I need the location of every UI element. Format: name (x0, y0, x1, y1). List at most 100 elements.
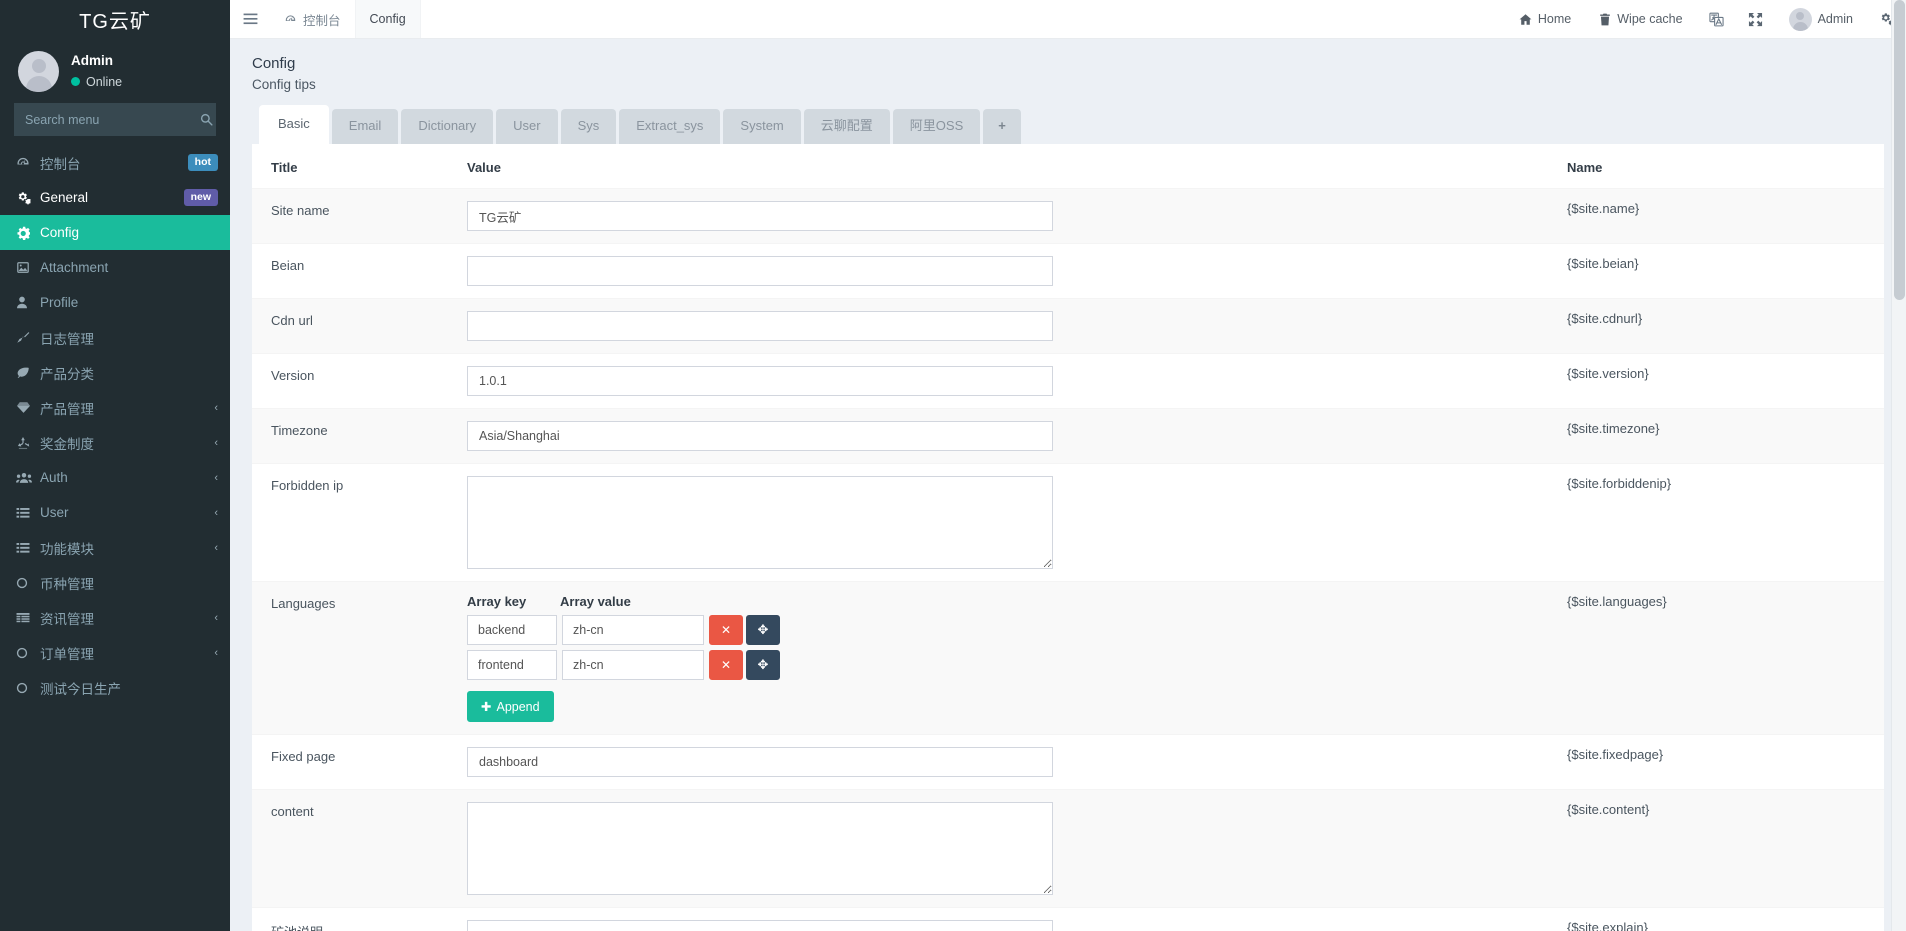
list-icon (16, 507, 38, 519)
trash-icon (1599, 13, 1611, 26)
content-textarea[interactable] (467, 802, 1053, 896)
tab-user[interactable]: User (496, 109, 558, 145)
sidebar-item-label: General (40, 190, 89, 205)
tab-email[interactable]: Email (331, 109, 399, 145)
users-icon (16, 472, 38, 484)
search-button[interactable] (196, 113, 225, 126)
sidebar-item-modules[interactable]: 功能模块 ‹ (0, 530, 230, 565)
tab-add-button[interactable]: + (983, 109, 1021, 145)
search-input[interactable] (15, 112, 196, 127)
sidebar-item-auth[interactable]: Auth ‹ (0, 460, 230, 495)
array-move-handle[interactable]: ✥ (746, 615, 780, 646)
header-tab-dashboard[interactable]: 控制台 (270, 0, 356, 38)
user-icon (16, 296, 38, 309)
row-title: Cdn url (252, 298, 457, 354)
sidebar-item-test-today-production[interactable]: 测试今日生产 (0, 670, 230, 705)
sidebar-item-product-category[interactable]: 产品分类 (0, 355, 230, 390)
content-header: Config Config tips (230, 39, 1906, 106)
image-icon (16, 261, 38, 274)
array-append-button[interactable]: ✚ Append (467, 691, 554, 723)
fixed-page-input[interactable] (467, 747, 1053, 778)
tab-system[interactable]: System (723, 109, 801, 145)
sidebar-item-order-manage[interactable]: 订单管理 ‹ (0, 635, 230, 670)
home-label: Home (1537, 12, 1572, 26)
tab-label: + (998, 118, 1006, 134)
sidebar-item-user[interactable]: User ‹ (0, 495, 230, 530)
cdn-url-input[interactable] (467, 311, 1053, 342)
sidebar-item-general[interactable]: General new (0, 180, 230, 215)
row-title: 矿池说明 (252, 907, 457, 931)
tab-alioss[interactable]: 阿里OSS (892, 109, 981, 145)
home-button[interactable]: Home (1505, 0, 1585, 38)
sidebar-item-bonus-system[interactable]: 奖金制度 ‹ (0, 425, 230, 460)
tab-yunliao[interactable]: 云聊配置 (803, 109, 890, 145)
sidebar-item-product-manage[interactable]: 产品管理 ‹ (0, 390, 230, 425)
brand-title: TG云矿 (79, 11, 151, 33)
array-move-handle[interactable]: ✥ (746, 650, 780, 681)
row-value (457, 408, 1557, 464)
array-key-input[interactable] (467, 650, 557, 681)
sidebar-item-currency-manage[interactable]: 币种管理 (0, 565, 230, 600)
fullscreen-button[interactable] (1736, 0, 1775, 38)
main-area: 控制台 Config Home Wipe cache Admin Config … (230, 0, 1906, 931)
version-input[interactable] (467, 366, 1053, 397)
chevron-left-icon: ‹ (214, 401, 218, 414)
row-title: Languages (252, 581, 457, 735)
forbidden-ip-textarea[interactable] (467, 476, 1053, 570)
sidebar-item-news-manage[interactable]: 资讯管理 ‹ (0, 600, 230, 635)
table-row: Timezone {$site.timezone} (252, 408, 1884, 464)
page-title: Config (252, 55, 296, 72)
home-icon (1519, 13, 1532, 26)
wipe-cache-button[interactable]: Wipe cache (1585, 0, 1696, 38)
array-headers: Array key Array value (467, 594, 1547, 609)
timezone-input[interactable] (467, 421, 1053, 452)
append-label: Append (496, 699, 540, 714)
array-value-input[interactable] (562, 650, 704, 681)
table-row: Fixed page {$site.fixedpage} (252, 734, 1884, 790)
avatar (18, 50, 59, 92)
explain-textarea[interactable]: TG云矿机 (467, 920, 1053, 931)
user-status-label: Online (86, 74, 123, 89)
tab-extract-sys[interactable]: Extract_sys (619, 109, 721, 145)
sidebar-item-config[interactable]: Config (0, 215, 230, 250)
beian-input[interactable] (467, 256, 1053, 287)
site-name-input[interactable] (467, 201, 1053, 232)
col-header-name: Name (1567, 160, 1603, 176)
tab-dictionary[interactable]: Dictionary (401, 109, 494, 145)
row-name: {$site.languages} (1557, 581, 1884, 735)
scrollbar-thumb[interactable] (1894, 0, 1905, 300)
array-delete-button[interactable]: ✕ (709, 615, 743, 646)
admin-label: Admin (1817, 12, 1853, 26)
row-name: {$site.content} (1557, 789, 1884, 908)
user-menu-button[interactable]: Admin (1775, 0, 1867, 38)
row-title: content (252, 789, 457, 908)
hamburger-icon[interactable] (230, 0, 270, 38)
sidebar-item-profile[interactable]: Profile (0, 285, 230, 320)
array-key-header: Array key (467, 594, 527, 610)
top-header: 控制台 Config Home Wipe cache Admin (230, 0, 1906, 39)
page-scrollbar[interactable] (1891, 0, 1906, 931)
tab-sys[interactable]: Sys (560, 109, 617, 145)
array-delete-button[interactable]: ✕ (709, 650, 743, 681)
row-value (457, 243, 1557, 299)
chevron-left-icon: ‹ (214, 611, 218, 624)
brand-logo[interactable]: TG云矿 (0, 0, 230, 39)
array-value-input[interactable] (562, 615, 704, 646)
header-right: Home Wipe cache Admin (1505, 0, 1906, 38)
sidebar-item-label: 产品管理 (40, 401, 94, 417)
table-head: Title Value Name (252, 144, 1884, 189)
row-title: Timezone (252, 408, 457, 464)
sidebar-item-log-manage[interactable]: 日志管理 (0, 320, 230, 355)
plus-icon: ✚ (481, 700, 492, 715)
sidebar-item-dashboard[interactable]: 控制台 hot (0, 145, 230, 180)
tab-basic[interactable]: Basic (259, 105, 329, 145)
array-key-input[interactable] (467, 615, 557, 646)
header-tab-config[interactable]: Config (355, 0, 421, 38)
panel-wrap: Basic Email Dictionary User Sys Extract_… (230, 105, 1906, 931)
sidebar-item-attachment[interactable]: Attachment (0, 250, 230, 285)
sidebar-item-label: 测试今日生产 (40, 681, 121, 697)
content-scroll: Config Config tips Basic Email Dictionar… (230, 39, 1906, 931)
translate-button[interactable] (1697, 0, 1736, 38)
array-value-header: Array value (560, 594, 631, 610)
row-value: Array key Array value ✕ (457, 581, 1557, 735)
